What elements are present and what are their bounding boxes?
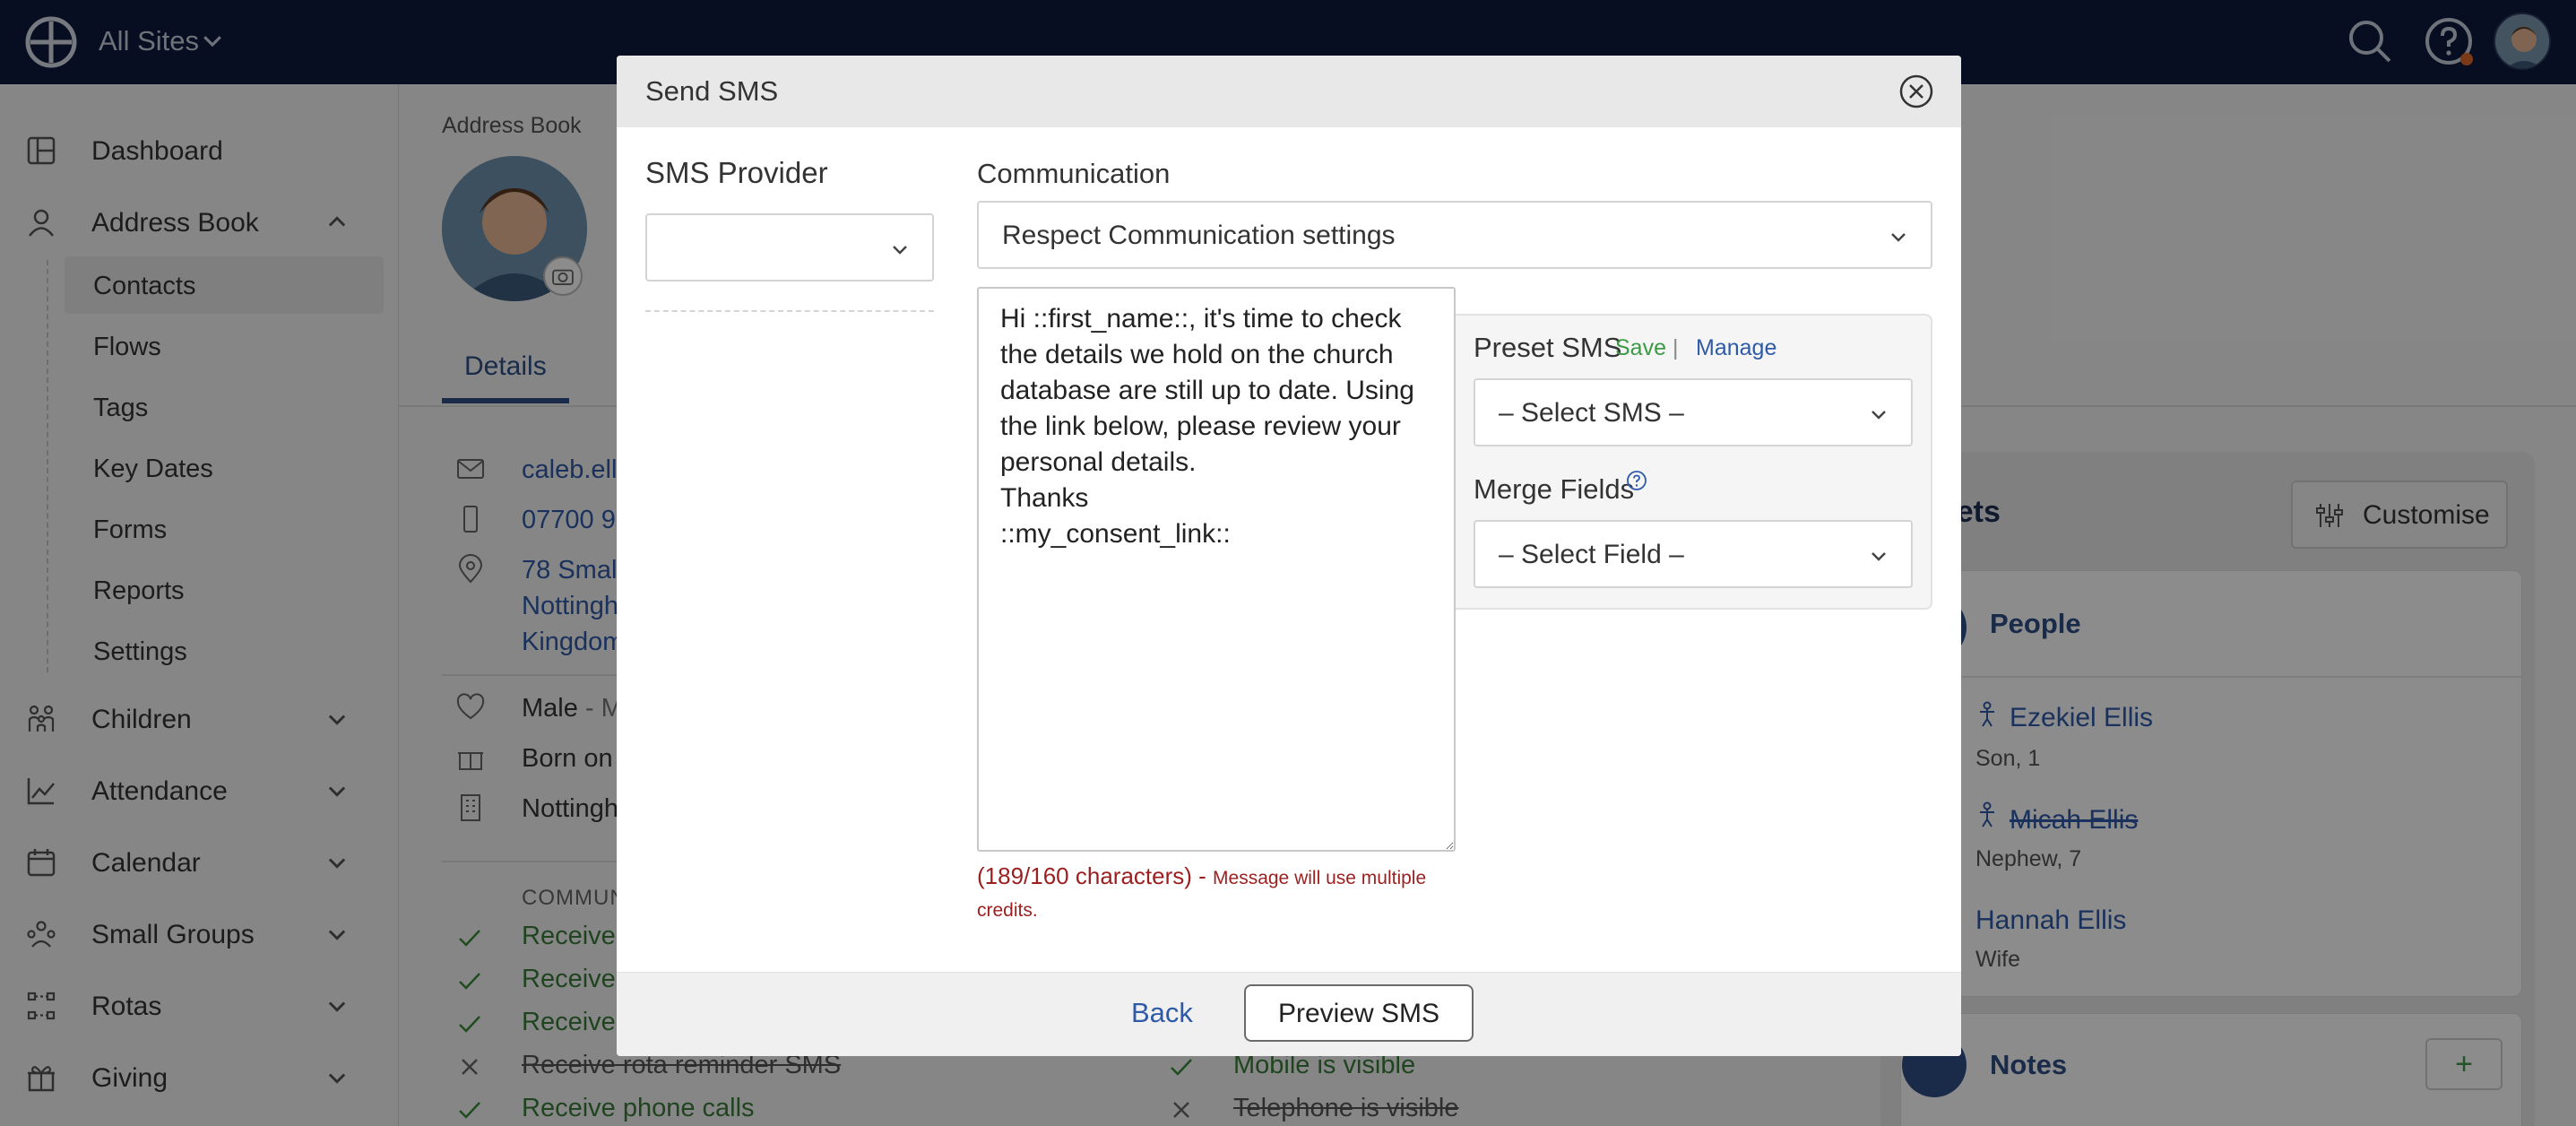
preset-sms-label: Preset SMS (1474, 332, 1622, 363)
preview-sms-label: Preview SMS (1277, 999, 1440, 1028)
back-button[interactable]: Back (1131, 997, 1193, 1029)
provider-divider (645, 310, 934, 312)
preset-sms-value: – Select SMS – (1499, 398, 1684, 428)
chevron-down-icon (1871, 411, 1886, 420)
chevron-down-icon (1891, 233, 1906, 242)
sms-provider-select[interactable] (645, 213, 934, 282)
send-sms-modal: Send SMS SMS Provider Communication Resp… (617, 56, 1961, 1056)
close-icon[interactable] (1897, 72, 1936, 111)
sms-provider-label: SMS Provider (645, 156, 828, 189)
preview-sms-button[interactable]: Preview SMS (1244, 984, 1474, 1042)
modal-title: Send SMS (645, 75, 779, 107)
preset-separator: | (1673, 335, 1679, 360)
merge-fields-select[interactable]: – Select Field – (1474, 520, 1913, 588)
save-preset-link[interactable]: Save (1615, 335, 1666, 361)
modal-header: Send SMS (617, 56, 1961, 127)
help-icon[interactable] (1626, 470, 1647, 491)
preset-sms-select[interactable]: – Select SMS – (1474, 378, 1913, 446)
credits-warning: Message will use multiple (1213, 868, 1427, 888)
message-textarea[interactable]: Hi ::first_name::, it's time to check th… (977, 287, 1456, 852)
credits-warning-cont: credits. (977, 900, 1038, 921)
merge-fields-label: Merge Fields (1474, 473, 1635, 505)
chevron-down-icon (893, 246, 907, 255)
character-count: (189/160 characters) - Message will use … (977, 862, 1426, 890)
merge-fields-value: – Select Field – (1499, 540, 1684, 569)
communication-value: Respect Communication settings (1002, 221, 1396, 250)
communication-label: Communication (977, 158, 1171, 189)
communication-select[interactable]: Respect Communication settings (977, 201, 1932, 269)
character-count-value: (189/160 characters) - (977, 862, 1206, 889)
manage-presets-link[interactable]: Manage (1696, 335, 1776, 361)
chevron-down-icon (1871, 552, 1886, 561)
